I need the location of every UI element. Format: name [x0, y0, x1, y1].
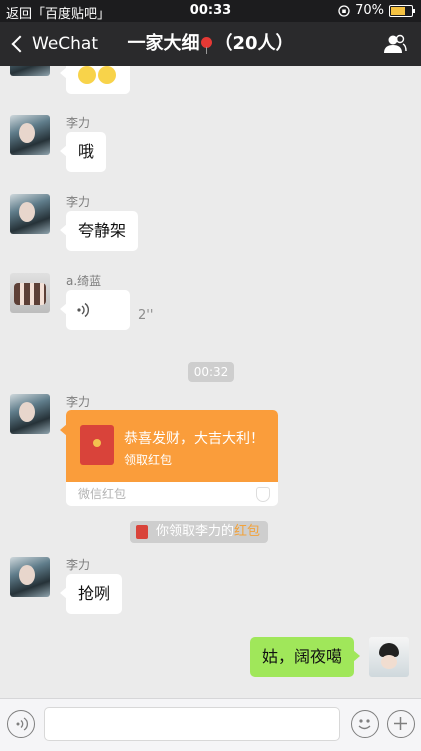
status-bar: 返回「百度贴吧」 00:33 70% [0, 0, 421, 22]
smiley-icon [358, 719, 371, 730]
message-bubble[interactable]: 夸静架 [59, 211, 139, 251]
my-avatar[interactable] [369, 637, 409, 677]
emoji-icon [78, 66, 96, 84]
wechat-pay-icon [256, 487, 270, 502]
voice-input-button[interactable] [7, 710, 35, 738]
sender-name: a.绮蓝 [66, 274, 102, 288]
orientation-lock-icon [338, 4, 350, 17]
red-packet-footer: 微信红包 [66, 482, 278, 506]
voice-duration: 2'' [138, 308, 154, 323]
sender-name: 李力 [66, 395, 91, 409]
red-packet-title: 恭喜发财，大吉大利！ [124, 431, 264, 447]
pin-icon [201, 36, 213, 54]
avatar[interactable] [10, 273, 50, 313]
voice-wave-icon [77, 302, 89, 318]
red-packet-footer-label: 微信红包 [78, 487, 127, 501]
timestamp: 00:32 [188, 362, 234, 382]
avatar[interactable] [10, 66, 50, 76]
message-bubble[interactable]: 哦 [59, 132, 107, 172]
message-bubble-outgoing[interactable]: 姑，阔夜噶 [250, 637, 360, 677]
avatar[interactable] [10, 557, 50, 597]
red-packet-card[interactable]: 恭喜发财，大吉大利！ 领取红包 微信红包 [66, 410, 278, 506]
red-envelope-icon [80, 425, 114, 465]
red-packet-body: 恭喜发财，大吉大利！ 领取红包 [66, 410, 278, 482]
nav-bar: WeChat 一家大细 （20人） [0, 22, 421, 66]
voice-message-bubble[interactable] [60, 290, 130, 330]
chat-member-count: （20人） [214, 33, 294, 54]
sender-name: 李力 [66, 558, 91, 572]
avatar[interactable] [10, 394, 50, 434]
chat-title: 一家大细 （20人） [0, 22, 421, 66]
chat-title-name: 一家大细 [127, 33, 200, 54]
notice-link[interactable]: 红包 [234, 521, 260, 543]
red-packet-subtitle: 领取红包 [124, 453, 173, 467]
message-bubble-emoji[interactable] [60, 66, 130, 94]
avatar[interactable] [10, 194, 50, 234]
message-bubble[interactable]: 抢咧 [59, 574, 123, 614]
emoji-icon [98, 66, 116, 84]
avatar[interactable] [10, 115, 50, 155]
emoji-button[interactable] [351, 710, 379, 738]
system-notice: 你领取李力的 红包 [130, 521, 269, 543]
plus-icon [394, 717, 407, 730]
status-right: 70% [338, 3, 415, 18]
more-button[interactable] [387, 710, 415, 738]
notice-text: 你领取李力的 [156, 524, 235, 539]
voice-icon [16, 717, 28, 731]
message-input[interactable] [44, 707, 340, 741]
red-envelope-icon [136, 525, 148, 539]
sender-name: 李力 [66, 116, 91, 130]
battery-icon [389, 4, 415, 17]
group-members-icon[interactable] [383, 32, 407, 56]
input-bar [0, 698, 421, 751]
chat-area[interactable]: 李力 哦 李力 夸静架 a.绮蓝 2'' 00:32 李力 恭喜发财，大吉大利！… [0, 66, 421, 698]
battery-percent: 70% [355, 3, 384, 18]
sender-name: 李力 [66, 195, 91, 209]
